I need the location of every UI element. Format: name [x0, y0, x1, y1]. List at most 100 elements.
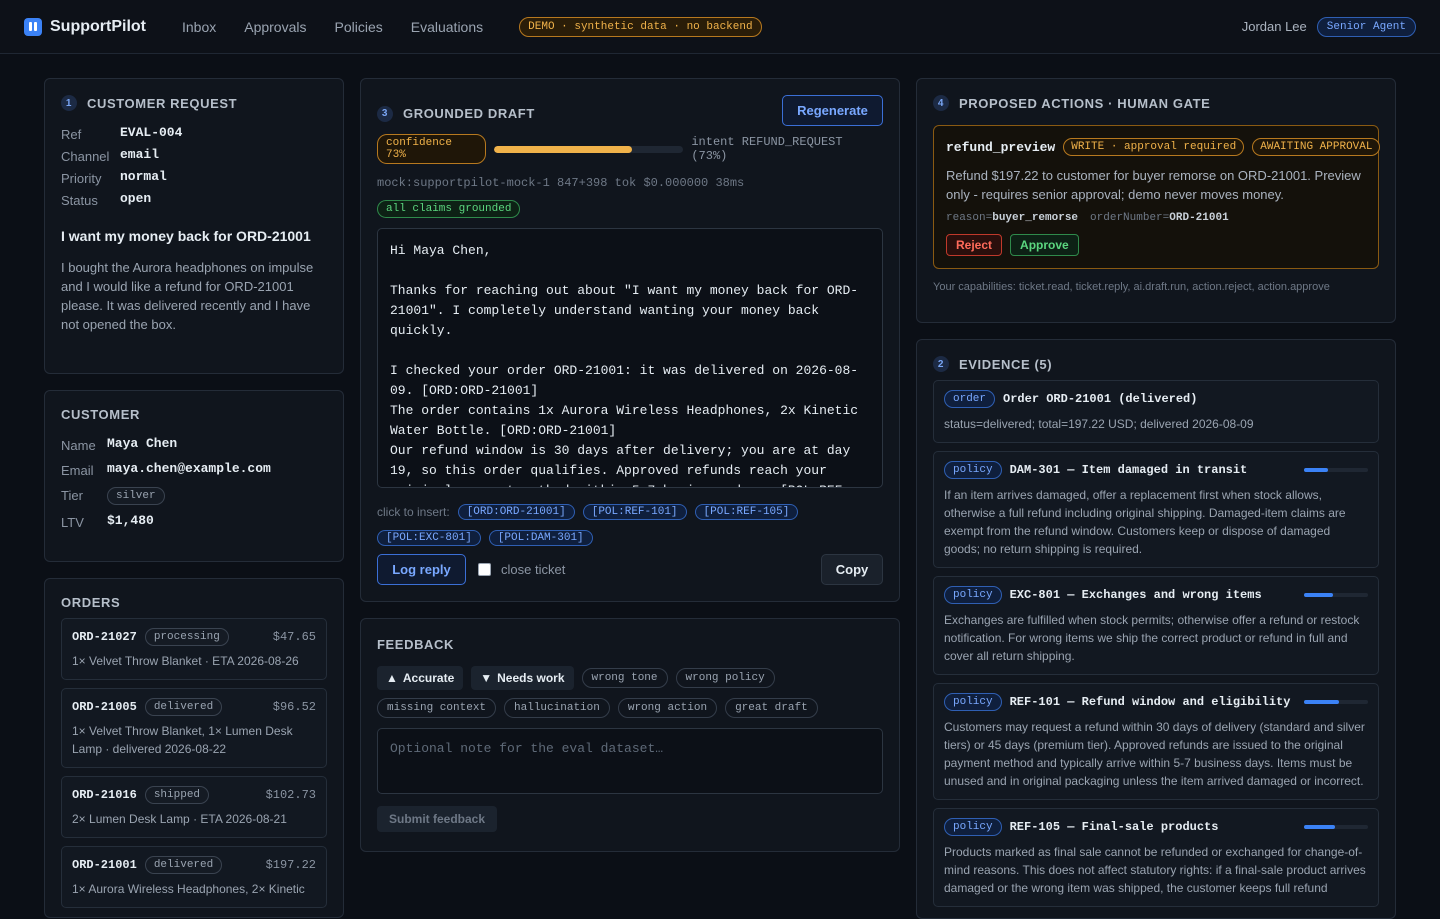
copy-button[interactable]: Copy — [821, 554, 883, 585]
evidence-body: Customers may request a refund within 30… — [944, 720, 1365, 788]
feedback-note-input[interactable]: Optional note for the eval dataset… — [377, 728, 883, 794]
section-title-text: EVIDENCE (5) — [959, 356, 1053, 372]
demo-badge: DEMO · synthetic data · no backend — [519, 16, 762, 37]
orders-panel: ORDERS ORD-21027 processing $47.65 1× Velv… — [44, 578, 344, 918]
action-card: refund_preview WRITE · approval required… — [933, 125, 1381, 269]
evidence-title: REF-105 — Final-sale products — [1009, 820, 1219, 834]
step-number: 3 — [377, 105, 393, 122]
field-label: Email — [61, 463, 94, 478]
feedback-chip[interactable]: wrong policy — [675, 668, 775, 688]
confidence-badge: confidence 73% — [377, 134, 487, 164]
write-badge: WRITE · approval required — [1063, 138, 1245, 156]
app-logo[interactable]: SupportPilot — [24, 17, 146, 36]
evidence-card[interactable]: order Order ORD-21001 (delivered) status=… — [933, 380, 1379, 443]
submit-feedback-button[interactable]: Submit feedback — [377, 806, 498, 832]
param-value: ORD-21001 — [1169, 212, 1229, 224]
nav-inbox[interactable]: Inbox — [182, 19, 216, 35]
feedback-chip[interactable]: great draft — [725, 698, 818, 718]
evidence-card[interactable]: policy EXC-801 — Exchanges and wrong item… — [933, 576, 1379, 675]
nav-evaluations[interactable]: Evaluations — [411, 19, 483, 35]
evidence-body: If an item arrives damaged, offer a repl… — [944, 488, 1346, 556]
customer-email[interactable]: maya.chen@example.com — [107, 461, 327, 478]
feedback-chip[interactable]: missing context — [377, 698, 497, 718]
order-id: ORD-21001 — [72, 858, 137, 872]
draft-textarea[interactable]: Hi Maya Chen, Thanks for reaching out ab… — [377, 228, 883, 488]
insert-tag[interactable]: [ORD:ORD-21001] — [457, 504, 575, 520]
insert-tag[interactable]: [POL:REF-105] — [694, 504, 799, 520]
insert-label: click to insert: — [377, 505, 450, 519]
section-title: 2 EVIDENCE (5) — [933, 356, 1379, 372]
reject-button[interactable]: Reject — [946, 234, 1003, 256]
relevance-bar — [1304, 700, 1368, 704]
relevance-bar — [1304, 593, 1368, 597]
order-card[interactable]: ORD-21005 delivered $96.52 1× Velvet Throw… — [61, 688, 327, 768]
ltv-value: $1,480 — [107, 513, 154, 528]
section-title-text: FEEDBACK — [377, 637, 455, 652]
top-bar: SupportPilot Inbox Approvals Policies Ev… — [0, 0, 1440, 54]
confidence-bar-fill — [494, 145, 633, 153]
relevance-bar-fill — [1304, 468, 1329, 472]
order-card[interactable]: ORD-21001 delivered $197.22 1× Aurora Wire… — [61, 846, 327, 908]
step-number: 2 — [933, 356, 949, 372]
needs-work-button[interactable]: ▼ Needs work — [471, 666, 574, 690]
regenerate-button[interactable]: Regenerate — [782, 95, 883, 126]
logo-icon — [24, 17, 42, 36]
evidence-title: DAM-301 — Item damaged in transit — [1009, 463, 1248, 477]
draft-actions: Log reply close ticket Copy — [377, 554, 883, 585]
insert-tag[interactable]: [POL:DAM-301] — [488, 530, 593, 546]
nav-policies[interactable]: Policies — [335, 19, 383, 35]
channel-value: email — [120, 147, 160, 162]
request-body: I bought the Aurora headphones on impuls… — [61, 260, 314, 332]
feedback-chip[interactable]: wrong action — [617, 698, 718, 718]
tier-badge: silver — [107, 487, 165, 505]
field-label: Status — [61, 193, 98, 208]
order-card[interactable]: ORD-21016 shipped $102.73 2× Lumen Desk La… — [61, 776, 327, 838]
user-info: Jordan Lee Senior Agent — [1242, 16, 1416, 37]
evidence-body: status=delivered; total=197.22 USD; deli… — [944, 417, 1254, 431]
section-title-text: CUSTOMER — [61, 407, 140, 422]
evidence-body: Products marked as final sale cannot be … — [944, 845, 1366, 895]
order-amount: $47.65 — [272, 630, 316, 644]
log-reply-button[interactable]: Log reply — [377, 554, 466, 585]
status-value: open — [120, 191, 152, 206]
feedback-chip[interactable]: wrong tone — [581, 668, 668, 688]
capabilities-text: Your capabilities: ticket.read, ticket.r… — [933, 281, 1330, 293]
evidence-list: order Order ORD-21001 (delivered) status=… — [933, 380, 1379, 907]
confidence-row: confidence 73% intent REFUND_REQUEST (73… — [377, 134, 883, 164]
evidence-kind-badge: policy — [944, 461, 1002, 479]
grounded-row: all claims grounded — [377, 199, 883, 218]
draft-panel: 3 GROUNDED DRAFT Regenerate confidence 7… — [360, 78, 900, 602]
customer-name: Maya Chen — [107, 436, 178, 451]
order-id: ORD-21027 — [72, 630, 137, 644]
field-label: Priority — [61, 171, 102, 186]
evidence-card[interactable]: policy DAM-301 — Item damaged in transit … — [933, 451, 1379, 568]
order-desc: 2× Lumen Desk Lamp · ETA 2026-08-21 — [72, 812, 287, 826]
section-title-text: GROUNDED DRAFT — [403, 106, 535, 121]
section-title-text: CUSTOMER REQUEST — [87, 95, 238, 111]
insert-tag[interactable]: [POL:REF-101] — [582, 504, 687, 520]
relevance-bar-fill — [1304, 700, 1340, 704]
relevance-bar — [1304, 825, 1368, 829]
close-ticket-checkbox[interactable] — [478, 563, 491, 576]
order-id: ORD-21005 — [72, 700, 137, 714]
accurate-button[interactable]: ▲ Accurate — [377, 666, 464, 690]
relevance-bar — [1304, 468, 1368, 472]
step-number: 4 — [933, 95, 949, 111]
order-card[interactable]: ORD-21027 processing $47.65 1× Velvet Thro… — [61, 618, 327, 680]
approve-button[interactable]: Approve — [1010, 234, 1079, 256]
insert-tag[interactable]: [POL:EXC-801] — [377, 530, 481, 546]
orders-list: ORD-21027 processing $47.65 1× Velvet Thro… — [61, 618, 327, 908]
relevance-bar-fill — [1304, 825, 1335, 829]
main-nav: Inbox Approvals Policies Evaluations — [182, 19, 483, 35]
confidence-bar — [494, 145, 684, 153]
section-title: CUSTOMER — [61, 407, 327, 422]
feedback-chip[interactable]: hallucination — [504, 698, 610, 718]
evidence-card[interactable]: policy REF-105 — Final-sale products Prod… — [933, 808, 1379, 907]
evidence-card[interactable]: policy REF-101 — Refund window and eligib… — [933, 683, 1379, 800]
nav-approvals[interactable]: Approvals — [244, 19, 306, 35]
action-buttons: Reject Approve — [946, 234, 1366, 256]
order-status-badge: delivered — [144, 856, 223, 874]
role-badge: Senior Agent — [1316, 16, 1416, 37]
action-param: reason=buyer_remorse — [946, 212, 1078, 224]
param-value: buyer_remorse — [992, 212, 1079, 224]
